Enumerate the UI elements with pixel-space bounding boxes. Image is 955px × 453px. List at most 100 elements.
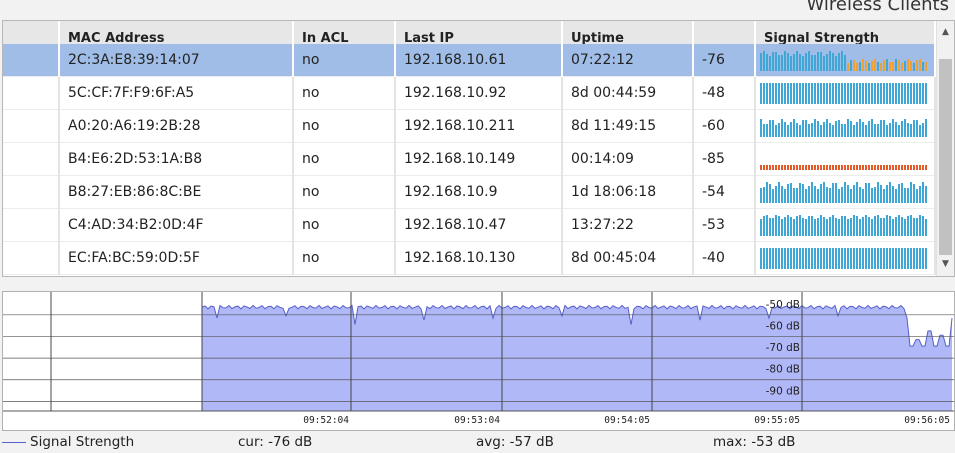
scroll-up-icon[interactable]: ▲ [937,24,954,41]
table-row[interactable]: 5C:CF:7F:F9:6F:A5 no 192.168.10.92 8d 00:44… [3,76,936,110]
column-header-uptime[interactable]: Uptime [562,21,694,44]
column-header-mac[interactable]: MAC Address [59,21,294,44]
table-row[interactable]: B8:27:EB:86:8C:BE no 192.168.10.9 1d 18:06:… [3,175,936,209]
signal-bar [895,217,897,236]
table-row[interactable]: B4:E6:2D:53:1A:B8 no 192.168.10.149 00:14:0… [3,142,936,176]
table-row[interactable]: C4:AD:34:B2:0D:4F no 192.168.10.47 13:27:22… [3,208,936,242]
table-row[interactable]: A0:20:A6:19:2B:28 no 192.168.10.211 8d 11:4… [3,109,936,143]
signal-bar [868,183,870,203]
signal-bar [880,165,882,170]
signal-bar [925,248,927,269]
signal-bar [826,187,828,203]
signal-bar [847,119,849,137]
signal-bar [760,83,762,104]
signal-bar [811,83,813,104]
signal-bar [805,83,807,104]
signal-bar [760,219,762,236]
signal-bar [910,61,912,71]
signal-bar [760,165,762,170]
signal-bar [904,61,906,71]
column-header-acl[interactable]: In ACL [293,21,396,44]
signal-bar [865,183,867,203]
signal-bar [859,62,861,71]
signal-strength-cell [755,241,936,275]
signal-bar [877,124,879,137]
signal-bar [763,248,765,269]
signal-bar [796,188,798,203]
signal-bar [769,120,771,137]
signal-bar [847,219,849,236]
signal-bar [859,187,861,203]
signal-bar [829,248,831,269]
signal-bar [790,183,792,203]
signal-bar [844,55,846,71]
table-row[interactable]: 2C:3A:E8:39:14:07 no 192.168.10.61 07:22:12… [3,44,936,77]
signal-bar [766,54,768,71]
signal-bar [874,59,876,71]
signal-strength-cell [755,208,936,242]
signal-bar [787,165,789,170]
signal-bar [796,216,798,236]
signal-bar [883,165,885,170]
signal-bar [907,188,909,203]
signal-bar [778,165,780,170]
signal-strength-cell [755,44,936,77]
signal-bar [907,165,909,170]
signal-bar [886,215,888,236]
signal-bar [778,123,780,137]
signal-bar [811,123,813,137]
acl-cell: no [293,76,396,110]
y-tick-label: -50 dB [766,299,800,311]
signal-bar [880,63,882,71]
signal-bar [919,83,921,104]
signal-bar [901,83,903,104]
signal-bar [913,184,915,203]
signal-value-cell: -53 [693,208,756,242]
mac-cell: A0:20:A6:19:2B:28 [59,109,294,143]
signal-bar [910,124,912,137]
signal-bar [802,218,804,236]
signal-bar [871,61,873,71]
signal-bar [904,188,906,203]
y-tick-label: -60 dB [766,320,800,332]
table-scrollbar[interactable]: ▲ ▼ [936,21,954,276]
signal-bar [892,83,894,104]
signal-bar [886,59,888,71]
signal-bar [847,165,849,170]
signal-bar [892,62,894,71]
scroll-thumb[interactable] [939,59,952,255]
signal-bar [856,83,858,104]
signal-bar [901,248,903,269]
table-row[interactable]: EC:FA:BC:59:0D:5F no 192.168.10.130 8d 00:4… [3,241,936,275]
signal-bar [841,51,843,71]
column-header-index[interactable] [3,21,60,44]
signal-bar [772,248,774,269]
scroll-down-icon[interactable]: ▼ [937,256,954,273]
signal-strength-cell [755,175,936,209]
signal-bar [823,217,825,236]
signal-bar [841,248,843,269]
signal-chart-panel: -50 dB -60 dB -70 dB -80 dB -90 dB 09:52:04 09… [2,291,955,431]
signal-bar [844,165,846,170]
acl-cell: no [293,241,396,275]
signal-bar [814,55,816,71]
signal-bar [880,185,882,203]
signal-bar [916,120,918,137]
column-header-last-ip[interactable]: Last IP [395,21,563,44]
signal-bar [925,119,927,137]
signal-bar [853,60,855,71]
uptime-cell: 07:22:12 [562,44,694,77]
signal-bar [916,165,918,170]
signal-bar [844,248,846,269]
signal-bar [919,125,921,137]
signal-bar [799,248,801,269]
column-header-signal-strength[interactable]: Signal Strength [755,21,936,44]
signal-bar [877,215,879,236]
signal-bar [856,182,858,203]
signal-bar [895,165,897,170]
signal-bar [889,216,891,236]
signal-bar [808,216,810,236]
column-header-signal-value[interactable] [693,21,756,44]
signal-bar [859,165,861,170]
signal-bar [799,83,801,104]
